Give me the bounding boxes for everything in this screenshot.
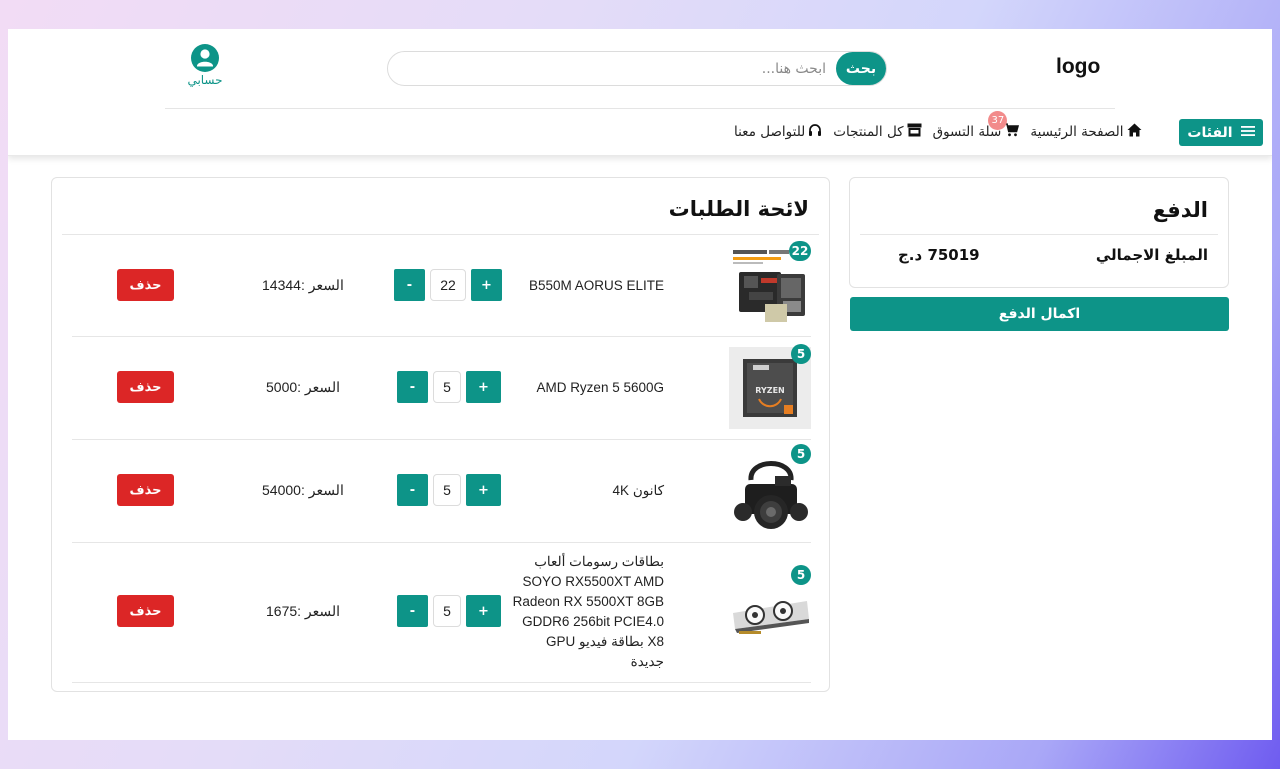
increase-button[interactable]: + (471, 269, 502, 301)
product-name[interactable]: كانون 4K (509, 481, 664, 501)
decrease-button[interactable]: - (397, 474, 428, 506)
delete-button[interactable]: حذف (117, 371, 174, 403)
order-row: 22 B550M AORUS ELITE - 22 + السعر :14344… (72, 235, 811, 337)
search-bar: بحث (387, 51, 887, 86)
checkout-button[interactable]: اكمال الدفع (850, 297, 1229, 331)
headset-icon (808, 123, 822, 141)
quantity-stepper: - 22 + (394, 269, 502, 301)
site-header: logo بحث حسابي الفئات (8, 29, 1272, 156)
payment-title-divider (860, 234, 1218, 235)
product-name[interactable]: بطاقات رسومات ألعاب SOYO RX5500XT AMD Ra… (509, 552, 664, 672)
decrease-button[interactable]: - (397, 371, 428, 403)
search-button[interactable]: بحث (836, 52, 886, 85)
app-frame: logo بحث حسابي الفئات (8, 29, 1272, 740)
nav-item-products[interactable]: كل المنتجات (833, 123, 922, 141)
store-icon (907, 123, 922, 141)
nav-item-home[interactable]: الصفحة الرئيسية (1030, 123, 1141, 141)
quantity-field[interactable]: 5 (433, 474, 461, 506)
item-count-badge: 5 (791, 344, 811, 364)
search-input[interactable] (388, 52, 836, 85)
svg-text:RYZEN: RYZEN (755, 386, 784, 395)
quantity-field[interactable]: 5 (433, 371, 461, 403)
increase-button[interactable]: + (466, 595, 501, 627)
order-row: RYZEN 5 AMD Ryzen 5 5600G - 5 + السعر :5… (72, 337, 811, 440)
quantity-field[interactable]: 5 (433, 595, 461, 627)
payment-title: الدفع (1152, 198, 1208, 222)
quantity-stepper: - 5 + (397, 371, 501, 403)
home-icon (1127, 123, 1142, 141)
product-name[interactable]: B550M AORUS ELITE (509, 276, 664, 296)
categories-label: الفئات (1187, 124, 1233, 141)
payment-card: الدفع المبلغ الاجمالي 75019 د.ج (849, 177, 1229, 288)
nav-label-contact: للتواصل معنا (734, 124, 806, 140)
delete-button[interactable]: حذف (117, 595, 174, 627)
item-price: السعر :14344 (262, 277, 344, 293)
item-price: السعر :54000 (262, 482, 344, 498)
item-count-badge: 5 (791, 444, 811, 464)
quantity-field[interactable]: 22 (430, 269, 466, 301)
categories-button[interactable]: الفئات (1179, 119, 1263, 146)
cart-icon (1004, 123, 1020, 141)
user-icon (180, 44, 230, 72)
delete-button[interactable]: حذف (117, 474, 174, 506)
nav-item-contact[interactable]: للتواصل معنا (734, 123, 822, 141)
quantity-stepper: - 5 + (397, 595, 501, 627)
delete-button[interactable]: حذف (117, 269, 174, 301)
item-price: السعر :1675 (266, 603, 341, 619)
total-label: المبلغ الاجمالي (1095, 246, 1208, 264)
quantity-stepper: - 5 + (397, 474, 501, 506)
logo[interactable]: logo (1056, 55, 1100, 79)
product-name[interactable]: AMD Ryzen 5 5600G (509, 378, 664, 398)
item-price: السعر :5000 (266, 379, 341, 395)
item-count-badge: 22 (789, 241, 811, 261)
account-label: حسابي (187, 73, 223, 87)
header-divider (165, 108, 1115, 109)
decrease-button[interactable]: - (397, 595, 428, 627)
increase-button[interactable]: + (466, 371, 501, 403)
decrease-button[interactable]: - (394, 269, 425, 301)
account-link[interactable]: حسابي (180, 44, 230, 87)
product-image[interactable] (729, 573, 811, 655)
nav-item-cart[interactable]: سلة التسوق 37 (933, 111, 1020, 141)
nav-label-home: الصفحة الرئيسية (1030, 124, 1124, 140)
orders-title: لائحة الطلبات (668, 197, 809, 221)
increase-button[interactable]: + (466, 474, 501, 506)
nav-label-products: كل المنتجات (833, 124, 904, 140)
order-row: 5 كانون 4K - 5 + السعر :54000 حذف (72, 440, 811, 543)
menu-icon (1240, 125, 1255, 141)
main-nav: الصفحة الرئيسية سلة التسوق 37 كل المنتجا… (734, 111, 1142, 141)
item-count-badge: 5 (791, 565, 811, 585)
order-row: 5 بطاقات رسومات ألعاب SOYO RX5500XT AMD … (72, 543, 811, 683)
total-value: 75019 د.ج (898, 246, 980, 264)
orders-card: لائحة الطلبات 22 B550M AORUS ELITE - 22 … (51, 177, 830, 692)
